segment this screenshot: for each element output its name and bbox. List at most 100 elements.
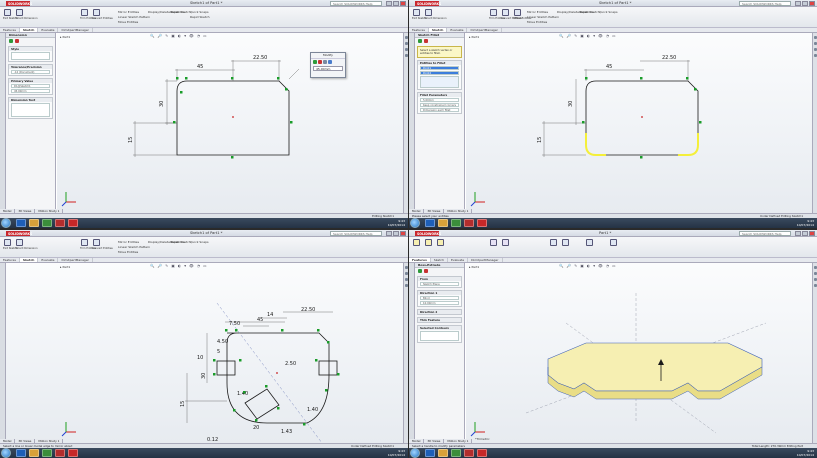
explorer-icon[interactable] [438, 219, 448, 227]
mark-dimension-icon[interactable] [328, 60, 332, 64]
dim-label[interactable]: 1.40 [237, 391, 248, 397]
dim-label[interactable]: 22.50 [301, 307, 315, 313]
media-icon[interactable] [451, 449, 461, 457]
tab-evaluate[interactable]: Evaluate [38, 258, 59, 262]
tab-evaluate[interactable]: Evaluate [447, 28, 468, 32]
swept-boss-button[interactable] [436, 239, 445, 249]
repair-sketch-button[interactable]: Repair Sketch [170, 240, 191, 244]
precision-select[interactable]: .12 (Document) [11, 70, 50, 74]
ok-check-icon[interactable] [9, 39, 13, 43]
sketch-profile[interactable] [176, 80, 290, 156]
dim-label[interactable]: 5 [217, 349, 220, 355]
origin-point[interactable] [641, 116, 643, 118]
smart-dimension-button[interactable]: Smart Dimension [15, 9, 37, 20]
linear-pattern-feature-button[interactable] [561, 239, 570, 249]
revolved-boss-button[interactable] [424, 239, 433, 249]
close-button[interactable] [400, 1, 406, 6]
keep-constrained-checkbox[interactable]: Keep constrained corners [420, 103, 459, 107]
explorer-icon[interactable] [29, 449, 39, 457]
rapid-sketch-button[interactable]: Rapid Sketch [190, 15, 210, 19]
linear-pattern-button[interactable]: Linear Sketch Pattern [118, 15, 150, 19]
slot-cutout[interactable] [318, 360, 338, 376]
tab-evaluate[interactable]: Evaluate [38, 28, 59, 32]
cancel-x-icon[interactable] [424, 269, 428, 273]
quick-snaps-button[interactable]: Quick Snaps [599, 10, 618, 14]
file-explorer-icon[interactable] [813, 48, 817, 51]
ie-icon[interactable] [425, 219, 435, 227]
trim-entities-button[interactable]: Trim Entities [80, 9, 96, 20]
acrobat-icon[interactable] [68, 449, 78, 457]
media-icon[interactable] [42, 449, 52, 457]
origin-point[interactable] [276, 372, 278, 374]
solidworks-logo[interactable]: SOLIDWORKS [6, 231, 32, 236]
explorer-icon[interactable] [438, 449, 448, 457]
slot-cutout[interactable] [216, 360, 236, 376]
solidworks-taskbar-icon[interactable] [55, 449, 65, 457]
tab-dimxpert[interactable]: DimXpertManager [468, 258, 503, 262]
design-library-icon[interactable] [813, 272, 817, 275]
media-icon[interactable] [42, 219, 52, 227]
design-library-icon[interactable] [404, 272, 408, 275]
appearances-icon[interactable] [813, 284, 817, 287]
smart-dimension-button[interactable]: Smart Dimension [15, 239, 37, 250]
dim-label[interactable]: 2.50 [285, 361, 296, 367]
search-help-input[interactable]: Search SOLIDWORKS Help [739, 1, 791, 6]
acrobat-icon[interactable] [477, 449, 487, 457]
dim-label[interactable]: 45 [606, 64, 612, 70]
dim-label[interactable]: 22.50 [662, 55, 676, 61]
linear-pattern-button[interactable]: Linear Sketch Pattern [118, 245, 150, 249]
resources-icon[interactable] [404, 266, 408, 269]
design-library-icon[interactable] [404, 42, 408, 45]
design-library-icon[interactable] [813, 42, 817, 45]
origin-point[interactable] [232, 116, 234, 118]
end-condition-select[interactable]: Blind [420, 296, 459, 300]
dim-label[interactable]: 15 [537, 137, 543, 143]
minimize-button[interactable] [386, 1, 392, 6]
solidworks-taskbar-icon[interactable] [464, 449, 474, 457]
file-explorer-icon[interactable] [404, 48, 408, 51]
style-list[interactable] [11, 52, 50, 60]
sketch-drawing[interactable]: 45 22.50 30 15 [466, 33, 812, 213]
dim-label[interactable]: 15 [128, 137, 134, 143]
tab-dimxpert[interactable]: DimXpertManager [58, 258, 93, 262]
maximize-button[interactable] [802, 1, 808, 6]
media-icon[interactable] [451, 219, 461, 227]
tab-features[interactable]: Features [0, 28, 20, 32]
search-help-input[interactable]: Search SOLIDWORKS Help [739, 231, 791, 236]
dim-label[interactable]: 1.43 [281, 429, 292, 435]
tab-features[interactable]: Features [0, 258, 20, 262]
dim-label[interactable]: 30 [159, 101, 165, 107]
extrude-preview[interactable] [466, 263, 812, 443]
cancel-x-icon[interactable] [15, 39, 19, 43]
resources-icon[interactable] [404, 36, 408, 39]
dim-label[interactable]: 45 [197, 64, 203, 70]
file-explorer-icon[interactable] [813, 278, 817, 281]
ie-icon[interactable] [16, 449, 26, 457]
ok-check-icon[interactable] [418, 269, 422, 273]
trim-entities-button[interactable]: Trim Entities [489, 9, 505, 20]
convert-entities-button[interactable]: Convert Entities [92, 239, 113, 250]
sketch-drawing[interactable]: 14 7.50 22.50 45 4.50 5 10 30 15 2.50 20… [57, 263, 403, 443]
dim-label[interactable]: 22.50 [253, 55, 267, 61]
dim-label[interactable]: 30 [201, 373, 207, 379]
dim-label[interactable]: 7.50 [229, 321, 240, 327]
tab-dimxpert[interactable]: DimXpertManager [467, 28, 502, 32]
solidworks-logo[interactable]: SOLIDWORKS [6, 1, 32, 6]
dim-label[interactable]: 15 [180, 401, 186, 407]
convert-entities-button[interactable]: Convert Entities [501, 9, 522, 20]
appearances-icon[interactable] [404, 284, 408, 287]
exit-sketch-button[interactable]: Exit Sketch [3, 239, 17, 250]
acrobat-icon[interactable] [68, 219, 78, 227]
offset-entities-button[interactable]: Offset Entities [513, 9, 531, 20]
dim-label[interactable]: 1.40 [307, 407, 318, 413]
sketch-drawing[interactable]: 45 22.50 30 15 [57, 33, 403, 213]
search-help-input[interactable]: Search SOLIDWORKS Help [330, 231, 382, 236]
minimize-button[interactable] [386, 231, 392, 236]
hole-wizard-button[interactable] [501, 239, 510, 249]
smart-dimension-button[interactable]: Smart Dimension [424, 9, 446, 20]
dimension-value-input[interactable]: 45.00mm [313, 66, 343, 71]
rib-button[interactable] [585, 239, 594, 249]
ie-icon[interactable] [425, 449, 435, 457]
tab-sketch[interactable]: Sketch [19, 28, 39, 32]
tab-sketch[interactable]: Sketch [428, 28, 448, 32]
